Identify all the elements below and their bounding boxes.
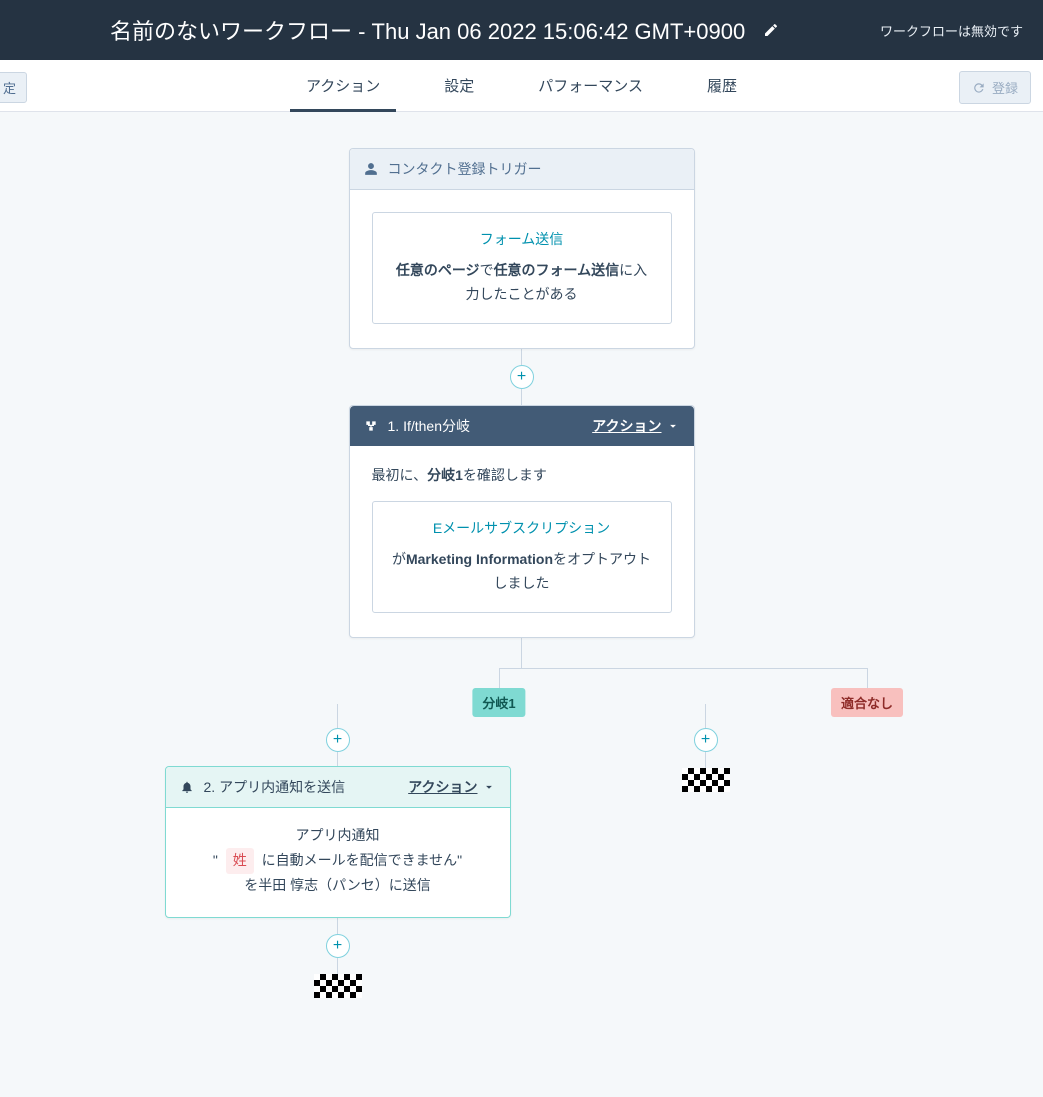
- connector: [521, 638, 522, 668]
- refresh-icon: [972, 81, 986, 95]
- connector: [521, 349, 522, 365]
- trigger-condition-card[interactable]: フォーム送信 任意のページで任意のフォーム送信に入力したことがある: [372, 212, 672, 324]
- workflow-title: 名前のないワークフロー - Thu Jan 06 2022 15:06:42 G…: [110, 14, 745, 46]
- left-truncated-button[interactable]: 定: [0, 72, 27, 103]
- bell-icon: [180, 780, 194, 794]
- sub-header: 定 アクション 設定 パフォーマンス 履歴 登録: [0, 60, 1043, 112]
- notify-node[interactable]: 2. アプリ内通知を送信 アクション アプリ内通知 " 姓 に自動メールを配信で…: [165, 766, 511, 918]
- ifthen-body-text: 最初に、分岐1を確認します: [372, 464, 672, 488]
- add-action-button-right[interactable]: +: [694, 728, 718, 752]
- notify-action-menu[interactable]: アクション: [408, 777, 495, 797]
- trigger-title: コンタクト登録トリガー: [388, 159, 542, 179]
- ifthen-node[interactable]: 1. If/then分岐 アクション 最初に、分岐1を確認します Eメールサブス…: [349, 405, 695, 638]
- tab-settings[interactable]: 設定: [444, 60, 474, 112]
- branch-split: 分岐1 適合なし: [323, 668, 1043, 704]
- ifthen-header: 1. If/then分岐 アクション: [350, 406, 694, 446]
- notify-line1: アプリ内通知: [188, 824, 488, 848]
- end-marker-right: [682, 768, 730, 792]
- register-label: 登録: [992, 78, 1018, 97]
- ifthen-action-menu[interactable]: アクション: [592, 416, 679, 436]
- end-marker-left: [314, 974, 362, 998]
- ifthen-title: 1. If/then分岐: [388, 416, 470, 436]
- trigger-header: コンタクト登録トリガー: [350, 149, 694, 190]
- branch-right-column: +: [676, 704, 736, 792]
- chevron-down-icon: [666, 419, 680, 433]
- add-action-button-left-2[interactable]: +: [326, 934, 350, 958]
- register-button[interactable]: 登録: [959, 71, 1031, 104]
- tab-actions[interactable]: アクション: [306, 60, 380, 112]
- trigger-node[interactable]: コンタクト登録トリガー フォーム送信 任意のページで任意のフォーム送信に入力した…: [349, 148, 695, 349]
- add-action-button[interactable]: +: [510, 365, 534, 389]
- contact-icon: [364, 162, 378, 176]
- edit-icon[interactable]: [763, 22, 779, 38]
- add-action-button-left[interactable]: +: [326, 728, 350, 752]
- branch-icon: [364, 419, 378, 433]
- ifthen-condition-card[interactable]: Eメールサブスクリプション がMarketing Informationをオプト…: [372, 501, 672, 613]
- ifthen-card-title: Eメールサブスクリプション: [391, 518, 653, 538]
- notify-line2: " 姓 に自動メールを配信できません": [188, 848, 488, 874]
- tabs: アクション 設定 パフォーマンス 履歴: [306, 60, 737, 112]
- notify-header: 2. アプリ内通知を送信 アクション: [166, 767, 510, 808]
- top-header: 名前のないワークフロー - Thu Jan 06 2022 15:06:42 G…: [0, 0, 1043, 60]
- chevron-down-icon: [482, 780, 496, 794]
- ifthen-card-text: がMarketing Informationをオプトアウトしました: [391, 548, 653, 596]
- tab-performance[interactable]: パフォーマンス: [538, 60, 643, 112]
- trigger-card-text: 任意のページで任意のフォーム送信に入力したことがある: [391, 259, 653, 307]
- notify-title: 2. アプリ内通知を送信: [204, 777, 346, 797]
- branch-label-right[interactable]: 適合なし: [831, 688, 903, 717]
- workflow-status: ワークフローは無効です: [880, 21, 1023, 40]
- notify-line3: を半田 惇志（パンセ）に送信: [188, 874, 488, 898]
- workflow-canvas[interactable]: コンタクト登録トリガー フォーム送信 任意のページで任意のフォーム送信に入力した…: [0, 112, 1043, 704]
- token-chip[interactable]: 姓: [226, 848, 254, 874]
- branch-left-column: + 2. アプリ内通知を送信 アクション アプリ内通知 " 姓: [165, 704, 511, 998]
- tab-history[interactable]: 履歴: [707, 60, 737, 112]
- trigger-card-title: フォーム送信: [391, 229, 653, 249]
- connector: [521, 389, 522, 405]
